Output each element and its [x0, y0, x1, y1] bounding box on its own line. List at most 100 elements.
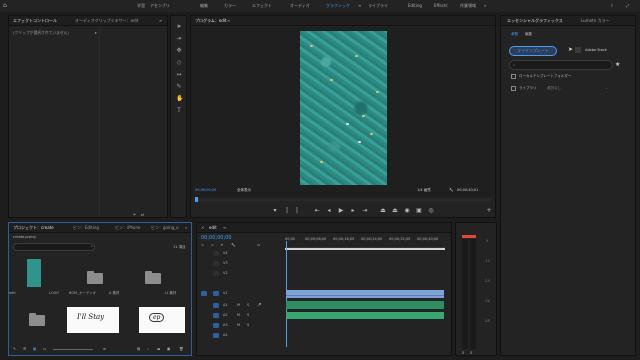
- audio-clip-a1[interactable]: [286, 301, 444, 309]
- workspace-tab-effects[interactable]: エフェクト: [252, 0, 272, 12]
- timeline-menu-icon[interactable]: ≡: [223, 223, 226, 233]
- add-marker-button[interactable]: ▾: [271, 207, 279, 215]
- tab-bin-going[interactable]: ビン：going_o: [151, 223, 179, 233]
- libraries-dropdown[interactable]: 選択なし: [547, 86, 561, 91]
- project-item-handwriting[interactable]: I'll Stay: [67, 307, 119, 333]
- solo-button[interactable]: S: [247, 303, 249, 307]
- workspace-menu-icon[interactable]: ≡: [358, 0, 361, 12]
- workspace-tab-learn[interactable]: 学習: [137, 0, 145, 12]
- mute-button[interactable]: M: [237, 313, 240, 317]
- program-timecode[interactable]: 00;00;00;00: [195, 188, 216, 192]
- track-target-a4[interactable]: [213, 333, 219, 338]
- libraries-checkbox[interactable]: [511, 86, 516, 91]
- workspace-tab-libraries[interactable]: ライブラリ: [368, 0, 388, 12]
- mark-in-button[interactable]: |: [283, 207, 291, 215]
- my-templates-button[interactable]: マイテンプレート: [509, 46, 557, 56]
- timeline-settings-icon[interactable]: 🔧: [231, 243, 235, 247]
- comparison-view-button[interactable]: ▣: [415, 207, 423, 215]
- icon-view-icon[interactable]: ▦: [33, 347, 36, 351]
- track-target-v4[interactable]: [213, 251, 219, 256]
- new-bin-icon[interactable]: ▬: [157, 347, 160, 351]
- fit-dropdown[interactable]: 全体表示: [237, 188, 251, 193]
- track-select-tool-icon[interactable]: ⇥: [176, 36, 182, 42]
- freeform-view-icon[interactable]: ▭: [43, 347, 46, 351]
- tab-bin-editing[interactable]: ビン：Editing: [73, 223, 99, 233]
- folder-icon[interactable]: [145, 271, 161, 284]
- close-icon[interactable]: ×: [201, 223, 204, 233]
- automate-icon[interactable]: ▤: [137, 347, 140, 351]
- find-icon[interactable]: ⌕: [147, 347, 149, 351]
- extract-button[interactable]: ⏏: [391, 207, 399, 215]
- type-tool-icon[interactable]: T: [176, 108, 182, 114]
- adobe-stock-icon[interactable]: [575, 47, 581, 53]
- workspace-tab-editing[interactable]: Editing: [408, 0, 422, 12]
- project-search-input[interactable]: [13, 243, 95, 251]
- workspace-tab-edit[interactable]: 編集: [200, 0, 208, 12]
- fullscreen-icon[interactable]: ⤢: [626, 0, 629, 12]
- workspace-tab-effects-custom[interactable]: Effects: [434, 0, 448, 12]
- go-to-in-button[interactable]: ⇤: [313, 207, 321, 215]
- workspace-tab-graphics[interactable]: グラフィック: [326, 0, 350, 12]
- template-search-input[interactable]: ⌕: [509, 60, 613, 70]
- button-editor-icon[interactable]: +: [485, 207, 493, 215]
- step-forward-button[interactable]: ▸: [349, 207, 357, 215]
- track-target-v1[interactable]: [213, 291, 219, 296]
- workspace-tab-workspaces[interactable]: 作業領域: [460, 0, 476, 12]
- video-clip[interactable]: [286, 290, 444, 298]
- mute-button[interactable]: M: [237, 303, 240, 307]
- workspace-tab-color[interactable]: カラー: [224, 0, 236, 12]
- snap-icon[interactable]: ⊃: [201, 243, 204, 247]
- track-target-v3[interactable]: [213, 261, 219, 266]
- tab-audio-clip-mixer[interactable]: オーディオクリップミキサー：edit: [75, 16, 138, 26]
- track-target-v2[interactable]: [213, 271, 219, 276]
- source-patch-v1[interactable]: [201, 291, 207, 296]
- subtab-browse[interactable]: 参照: [511, 32, 518, 37]
- ripple-edit-tool-icon[interactable]: ✥: [176, 48, 182, 54]
- share-icon[interactable]: ⇪: [610, 0, 613, 12]
- tab-essential-graphics[interactable]: エッセンシャルグラフィックス: [507, 16, 563, 26]
- hand-tool-icon[interactable]: ✋: [176, 96, 183, 102]
- panel-scroll-icon[interactable]: ▸: [95, 30, 97, 35]
- slip-tool-icon[interactable]: ↔: [176, 72, 182, 78]
- workspace-tab-assembly[interactable]: アセンブリ: [150, 0, 170, 12]
- list-view-icon[interactable]: ☰: [23, 347, 26, 351]
- audio-clip-a2[interactable]: [286, 312, 444, 319]
- playhead-marker[interactable]: [195, 197, 198, 202]
- work-area-bar[interactable]: [285, 248, 445, 250]
- timeline-timecode[interactable]: 00;00;00;00: [201, 235, 232, 241]
- tab-project[interactable]: プロジェクト：create: [13, 223, 54, 233]
- selection-tool-icon[interactable]: ➤: [176, 24, 182, 30]
- write-protect-icon[interactable]: ✎: [13, 347, 16, 351]
- solo-right-button[interactable]: S: [470, 351, 472, 355]
- lift-button[interactable]: ⏏: [379, 207, 387, 215]
- export-frame-button[interactable]: ◉: [403, 207, 411, 215]
- add-marker-icon[interactable]: ▾: [221, 243, 223, 247]
- razor-tool-icon[interactable]: ◇: [176, 60, 182, 66]
- mark-out-button[interactable]: |: [293, 207, 301, 215]
- captions-icon[interactable]: ▭: [257, 243, 260, 247]
- voiceover-icon[interactable]: 🎤: [257, 303, 261, 307]
- more-workspaces-icon[interactable]: »: [484, 0, 486, 12]
- project-item-handwriting[interactable]: ep: [139, 307, 185, 333]
- quality-dropdown[interactable]: 1/4 画質: [417, 188, 431, 193]
- filter-icon[interactable]: ⏷: [133, 212, 136, 217]
- more-tabs-icon[interactable]: »: [185, 223, 187, 233]
- solo-button[interactable]: S: [247, 313, 249, 317]
- tab-bin-iphone[interactable]: ビン：iPhone: [115, 223, 141, 233]
- pen-tool-icon[interactable]: ✎: [176, 84, 182, 90]
- mute-button[interactable]: M: [237, 323, 240, 327]
- workspace-tab-audio[interactable]: オーディオ: [290, 0, 310, 12]
- vr-button[interactable]: ◎: [427, 207, 435, 215]
- local-templates-checkbox[interactable]: [511, 74, 516, 79]
- solo-left-button[interactable]: S: [462, 351, 464, 355]
- wrench-icon[interactable]: 🔧: [449, 188, 453, 192]
- linked-selection-icon[interactable]: ⊂: [211, 243, 214, 247]
- go-to-out-button[interactable]: ⇥: [361, 207, 369, 215]
- program-menu-icon[interactable]: ≡: [227, 16, 230, 26]
- playhead-bar[interactable]: [195, 199, 491, 201]
- clear-icon[interactable]: 🗑: [179, 347, 183, 351]
- track-target-a1[interactable]: [213, 303, 219, 308]
- subtab-edit[interactable]: 編集: [525, 32, 532, 37]
- chevron-down-icon[interactable]: ⌄: [605, 86, 608, 90]
- tab-timeline-edit[interactable]: edit: [209, 223, 217, 233]
